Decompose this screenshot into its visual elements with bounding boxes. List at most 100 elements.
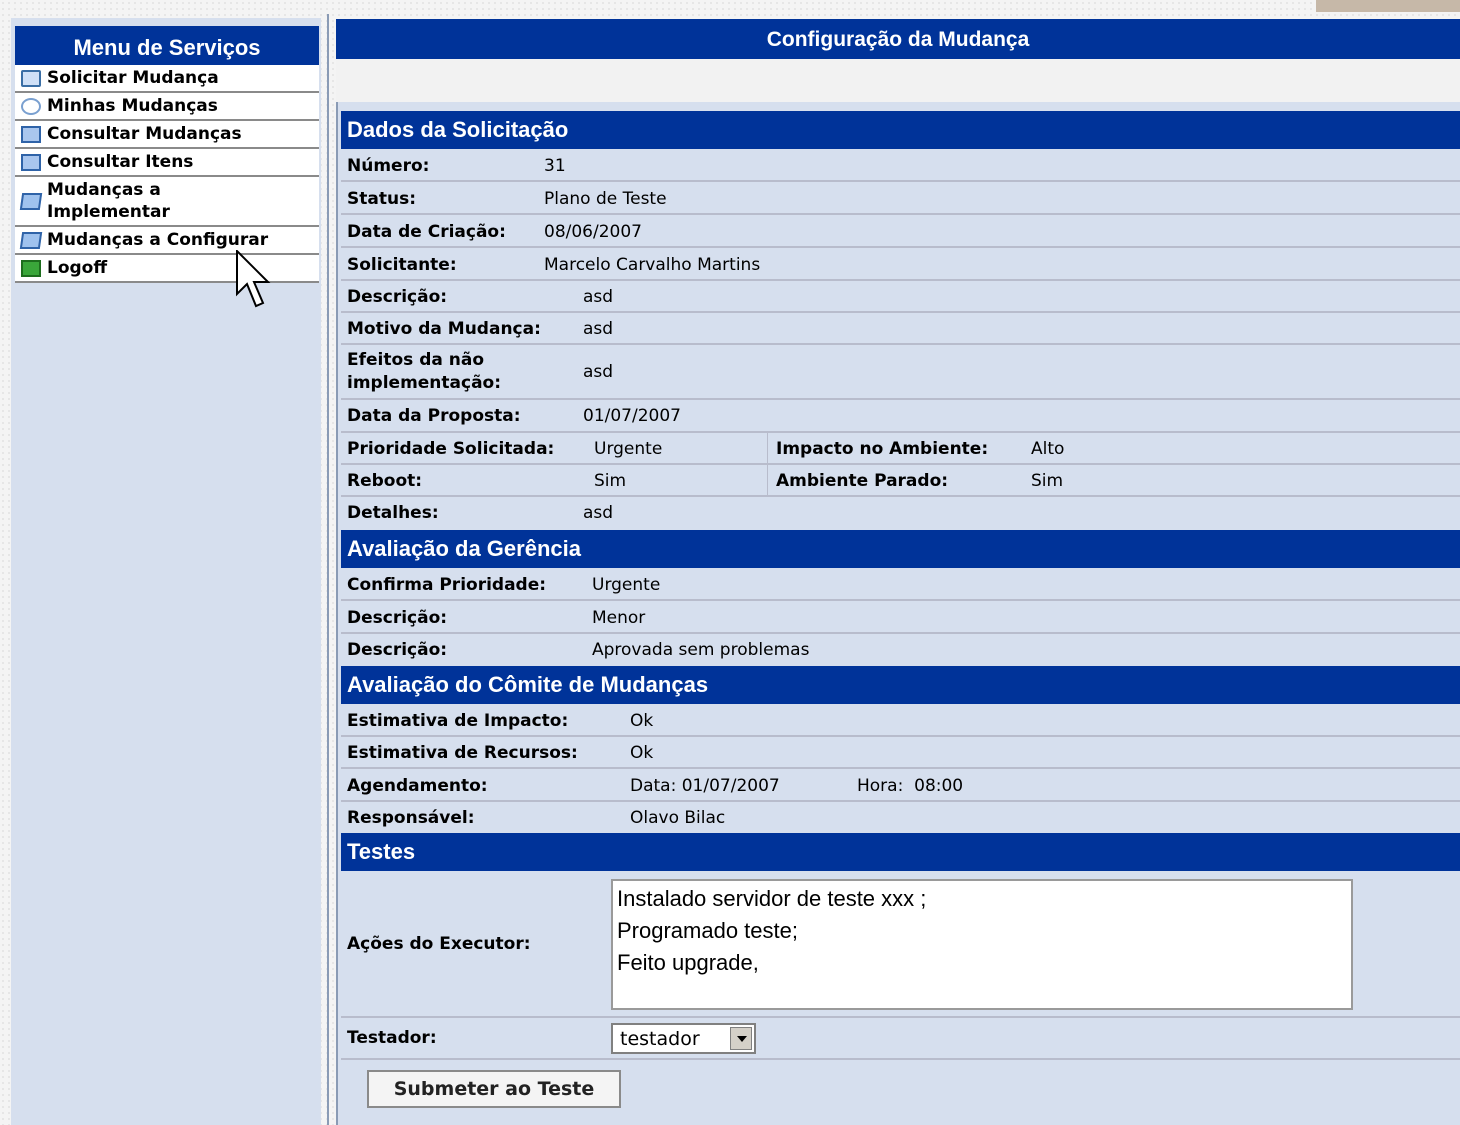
menu-title: Menu de Serviços xyxy=(15,26,319,65)
menu-item-consultar-itens[interactable]: Consultar Itens xyxy=(15,149,319,177)
descricao-value: asd xyxy=(583,287,614,307)
testador-label: Testador: xyxy=(347,1028,437,1048)
services-menu: Menu de Serviços Solicitar Mudança Minha… xyxy=(15,26,319,283)
responsavel-label: Responsável: xyxy=(347,808,475,828)
section-gerencia-header: Avaliação da Gerência xyxy=(341,530,1460,568)
screen-icon xyxy=(21,125,41,143)
row-prioridade: Prioridade Solicitada: Urgente Impacto n… xyxy=(341,433,1460,465)
row-data-proposta: Data da Proposta: 01/07/2007 xyxy=(341,400,1460,433)
column-divider xyxy=(767,433,768,463)
row-data-criacao: Data de Criação: 08/06/2007 xyxy=(341,215,1460,248)
estimativa-recursos-value: Ok xyxy=(630,743,654,763)
edit-icon xyxy=(19,192,43,210)
reboot-label: Reboot: xyxy=(347,471,423,491)
estimativa-impacto-label: Estimativa de Impacto: xyxy=(347,711,569,731)
column-divider xyxy=(767,465,768,495)
window-corner xyxy=(1316,0,1460,12)
row-motivo: Motivo da Mudança: asd xyxy=(341,313,1460,345)
detalhes-label: Detalhes: xyxy=(347,503,439,523)
menu-item-minhas-mudancas[interactable]: Minhas Mudanças xyxy=(15,93,319,121)
row-descricao: Descrição: asd xyxy=(341,281,1460,313)
row-testador: Testador: xyxy=(341,1018,1460,1060)
menu-item-label: Mudanças a Configurar xyxy=(47,230,269,250)
motivo-label: Motivo da Mudança: xyxy=(347,319,541,339)
impacto-value: Alto xyxy=(1031,439,1065,459)
confirma-prioridade-label: Confirma Prioridade: xyxy=(347,575,547,595)
menu-item-label: Logoff xyxy=(47,258,108,278)
exit-icon xyxy=(21,259,41,277)
descricao-value: Menor xyxy=(592,608,646,628)
data-proposta-value: 01/07/2007 xyxy=(583,406,681,426)
row-confirma-prioridade: Confirma Prioridade: Urgente xyxy=(341,568,1460,601)
descricao-label: Descrição: xyxy=(347,608,448,628)
chevron-down-icon[interactable] xyxy=(730,1027,752,1050)
status-value: Plano de Teste xyxy=(544,189,667,209)
reboot-value: Sim xyxy=(594,471,627,491)
testador-select[interactable]: testador xyxy=(611,1023,756,1054)
menu-item-mudancas-implementar[interactable]: Mudanças a Implementar xyxy=(15,177,319,227)
detalhes-value: asd xyxy=(583,503,614,523)
row-descricao-gerencia-2: Descrição: Aprovada sem problemas xyxy=(341,634,1460,666)
menu-item-solicitar-mudanca[interactable]: Solicitar Mudança xyxy=(15,65,319,93)
divider xyxy=(327,14,329,1125)
section-comite-header: Avaliação do Cômite de Mudanças xyxy=(341,666,1460,704)
descricao-label: Descrição: xyxy=(347,640,448,660)
prioridade-label: Prioridade Solicitada: xyxy=(347,439,555,459)
testador-selected-value: testador xyxy=(620,1028,700,1050)
descricao-label: Descrição: xyxy=(347,287,448,307)
menu-item-label: Solicitar Mudança xyxy=(47,68,219,88)
menu-item-consultar-mudancas[interactable]: Consultar Mudanças xyxy=(15,121,319,149)
data-criacao-label: Data de Criação: xyxy=(347,222,506,242)
efeitos-label-line1: Efeitos da não xyxy=(347,350,485,370)
page-title: Configuração da Mudança xyxy=(336,19,1460,59)
submit-test-button[interactable]: Submeter ao Teste xyxy=(367,1070,621,1108)
data-proposta-label: Data da Proposta: xyxy=(347,406,521,426)
motivo-value: asd xyxy=(583,319,614,339)
row-estimativa-impacto: Estimativa de Impacto: Ok xyxy=(341,704,1460,737)
row-descricao-gerencia: Descrição: Menor xyxy=(341,601,1460,634)
row-estimativa-recursos: Estimativa de Recursos: Ok xyxy=(341,737,1460,769)
numero-label: Número: xyxy=(347,156,430,176)
efeitos-value: asd xyxy=(583,362,614,382)
row-agendamento: Agendamento: Data: 01/07/2007 Hora: 08:0… xyxy=(341,769,1460,802)
solicitante-label: Solicitante: xyxy=(347,255,457,275)
acoes-executor-textarea[interactable] xyxy=(611,879,1353,1010)
menu-item-label: Minhas Mudanças xyxy=(47,96,218,116)
row-status: Status: Plano de Teste xyxy=(341,182,1460,215)
descricao-value: Aprovada sem problemas xyxy=(592,640,810,660)
status-label: Status: xyxy=(347,189,416,209)
acoes-executor-label: Ações do Executor: xyxy=(347,934,531,954)
row-solicitante: Solicitante: Marcelo Carvalho Martins xyxy=(341,248,1460,281)
folder-icon xyxy=(21,69,41,87)
estimativa-recursos-label: Estimativa de Recursos: xyxy=(347,743,578,763)
numero-value: 31 xyxy=(544,156,566,176)
row-detalhes: Detalhes: asd xyxy=(341,497,1460,530)
agendamento-label: Agendamento: xyxy=(347,776,488,796)
toolbar-band xyxy=(336,59,1460,102)
row-reboot: Reboot: Sim Ambiente Parado: Sim xyxy=(341,465,1460,497)
row-responsavel: Responsável: Olavo Bilac xyxy=(341,802,1460,833)
prioridade-value: Urgente xyxy=(594,439,663,459)
ambiente-parado-label: Ambiente Parado: xyxy=(776,471,949,491)
efeitos-label-line2: implementação: xyxy=(347,373,502,393)
solicitante-value: Marcelo Carvalho Martins xyxy=(544,255,761,275)
mouse-cursor-icon xyxy=(236,250,271,308)
agendamento-hora: Hora: 08:00 xyxy=(857,776,964,796)
ambiente-parado-value: Sim xyxy=(1031,471,1064,491)
menu-item-label: Consultar Mudanças xyxy=(47,124,242,144)
responsavel-value: Olavo Bilac xyxy=(630,808,726,828)
row-numero: Número: 31 xyxy=(341,149,1460,182)
menu-item-label: Consultar Itens xyxy=(47,152,194,172)
edit-icon xyxy=(19,231,43,249)
menu-item-label: Mudanças a Implementar xyxy=(47,180,170,222)
data-criacao-value: 08/06/2007 xyxy=(544,222,642,242)
row-efeitos: Efeitos da não implementação: asd xyxy=(341,345,1460,400)
section-dados-header: Dados da Solicitação xyxy=(341,111,1460,149)
screen-icon xyxy=(21,153,41,171)
section-testes-header: Testes xyxy=(341,833,1460,871)
agendamento-data: Data: 01/07/2007 xyxy=(630,776,780,796)
impacto-label: Impacto no Ambiente: xyxy=(776,439,989,459)
search-icon xyxy=(21,97,41,115)
estimativa-impacto-value: Ok xyxy=(630,711,654,731)
confirma-prioridade-value: Urgente xyxy=(592,575,661,595)
